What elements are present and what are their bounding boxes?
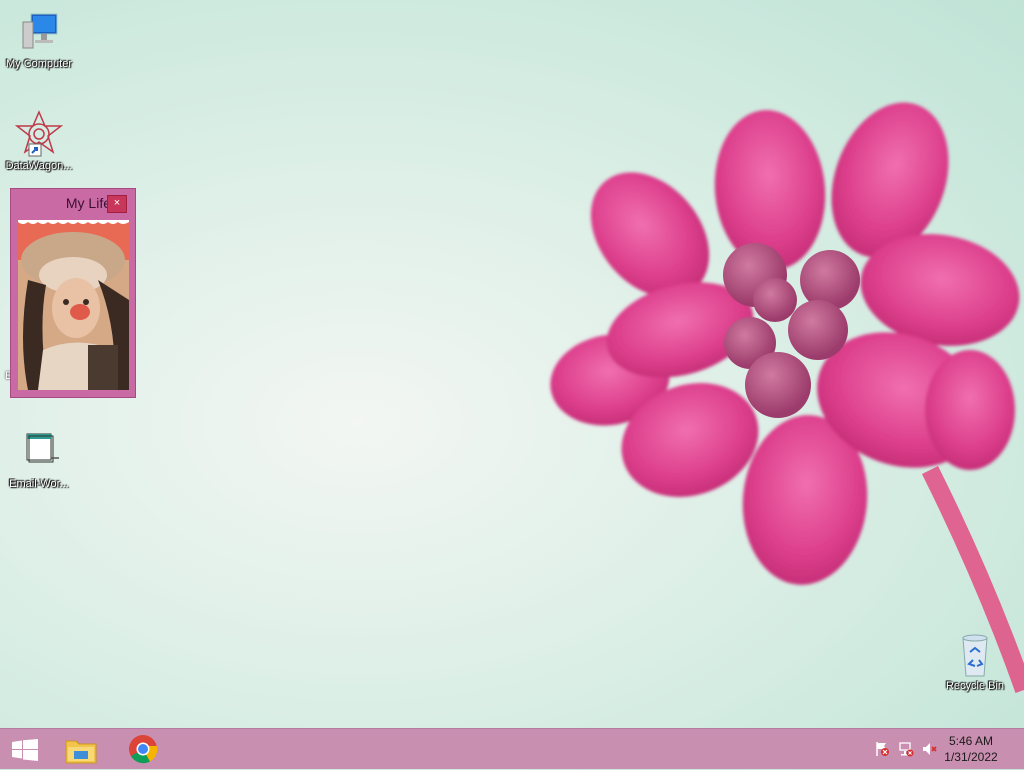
my-life-gadget[interactable]: My Life ×	[10, 188, 136, 398]
clock-date: 1/31/2022	[944, 750, 998, 764]
gadget-title: My Life	[65, 195, 111, 211]
desktop-wallpaper	[550, 102, 1024, 694]
windows-logo-icon	[12, 739, 38, 766]
gadget-close-button[interactable]: ×	[107, 195, 127, 213]
desktop-icon-label: Recycle Bin	[945, 680, 1005, 692]
computer-icon	[15, 8, 63, 56]
desktop-icon-recycle-bin[interactable]: Recycle Bin	[936, 630, 1014, 693]
network-icon[interactable]	[898, 741, 914, 757]
chrome-icon	[128, 734, 158, 769]
action-center-flag-icon[interactable]	[874, 741, 890, 757]
start-button[interactable]	[0, 729, 48, 769]
desktop-icon-my-computer[interactable]: My Computer	[0, 8, 78, 71]
chrome-button[interactable]	[120, 729, 168, 769]
clock-time: 5:46 AM	[948, 734, 994, 748]
datawagon-icon	[14, 110, 64, 158]
window-app-icon	[15, 428, 63, 476]
desktop-icon-label: My Computer	[5, 58, 73, 70]
desktop-icon-datawagon[interactable]: DataWagon...	[0, 110, 78, 173]
taskbar: 5:46 AM 1/31/2022	[0, 728, 1024, 769]
recycle-bin-icon	[951, 630, 999, 678]
desktop-icon-label: DataWagon...	[5, 160, 73, 172]
desktop-icon-email-worker[interactable]: Email-Wor...	[0, 428, 78, 491]
folder-icon	[64, 735, 98, 770]
system-clock[interactable]: 5:46 AM 1/31/2022	[936, 733, 1006, 765]
gadget-photo	[18, 220, 129, 390]
desktop-icon-label: Email-Wor...	[9, 478, 69, 490]
file-explorer-button[interactable]	[56, 729, 104, 769]
